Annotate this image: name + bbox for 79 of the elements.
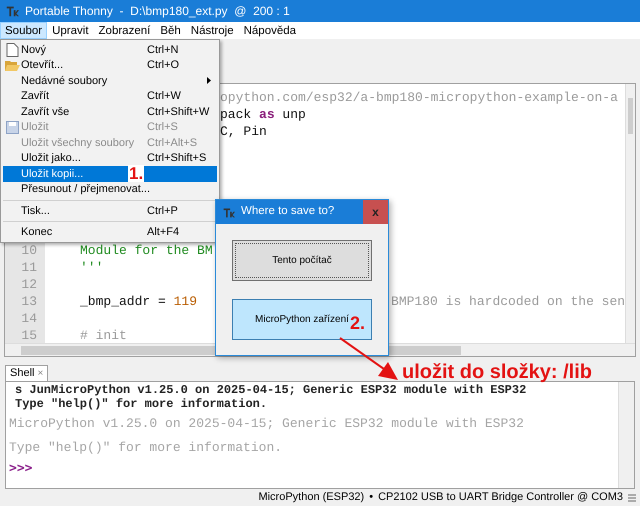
vertical-scrollbar[interactable] <box>625 84 635 343</box>
banner-text: MicroPython v1.25.0 on 2025-04-15; Generic ESP32 module with ESP32 <box>9 415 524 433</box>
output-text: s JunMicroPython v1.25.0 on 2025-04-15; Generic ESP32 module with ESP32 <box>14 383 526 397</box>
shortcut-label: Ctrl+S <box>147 120 179 135</box>
status-separator: • <box>369 490 374 506</box>
option-button[interactable]: Tento počítač <box>232 240 372 281</box>
shortcut-label: Ctrl+N <box>147 42 180 58</box>
shortcut-label: Ctrl+O <box>147 58 180 73</box>
line-number: 14 <box>21 310 37 326</box>
code-text: C, Pin <box>220 122 267 141</box>
banner-text: Type "help()" for more information. <box>9 439 282 457</box>
shortcut-label: Ctrl+Alt+S <box>147 136 198 150</box>
code-text: ''' <box>80 258 104 277</box>
menu-label: Uložit všechny soubory <box>21 136 134 150</box>
menu-label: Nový <box>21 42 46 58</box>
shortcut-label: Ctrl+P <box>147 204 179 218</box>
menu-label: Zavřít vše <box>21 104 70 120</box>
output-text: Type "help()" for more information. <box>14 397 268 411</box>
code-text: _bmp_addr = <box>80 292 167 311</box>
menu-label: Uložit kopii... <box>21 166 84 182</box>
menu-item[interactable]: Nástroje <box>186 22 239 39</box>
shortcut-label: Ctrl+Shift+W <box>147 104 210 120</box>
window-title: Portable Thonny - D:\bmp180_ext.py @ 200 : 1 <box>25 3 290 20</box>
menu-label: Konec <box>21 225 52 240</box>
port-label[interactable]: CP2102 USB to UART Bridge Controller @ COM3 <box>378 489 623 506</box>
menu-item[interactable]: Nápověda <box>238 22 302 39</box>
shortcut-label: Ctrl+W <box>147 89 182 104</box>
step-number: 2. <box>350 313 366 333</box>
menu-entry[interactable]: Uložit jako... Ctrl+Shift+S <box>3 150 217 166</box>
menu-label: Tisk... <box>21 204 50 218</box>
menu-item[interactable]: Zobrazení <box>94 22 156 39</box>
code-text: unp <box>281 106 306 124</box>
line-number: 15 <box>21 328 37 343</box>
code-text: as <box>259 106 275 124</box>
close-button[interactable]: x <box>363 200 388 224</box>
annotation-text: uložit do složky: /lib <box>402 361 592 383</box>
document-icon <box>6 42 18 57</box>
menu-label: Otevřít... <box>21 58 64 73</box>
menu-item[interactable]: Běh <box>155 22 186 39</box>
code-text: # init <box>80 326 127 345</box>
shortcut-label: Alt+F4 <box>147 225 180 240</box>
menu-label: Uložit <box>21 120 49 135</box>
shell-prompt: >>> <box>9 460 32 478</box>
menu-label: Uložit jako... <box>21 151 81 166</box>
line-number: 12 <box>21 276 37 292</box>
menu-entry[interactable]: Tisk... Ctrl+P <box>3 203 217 218</box>
tab-label: Shell <box>10 366 34 382</box>
menu-entry[interactable]: Přesunout / přejmenovat... <box>3 182 217 197</box>
thonny-logo-icon <box>222 206 235 218</box>
vertical-scrollbar[interactable] <box>618 382 634 488</box>
menu-item[interactable]: Soubor <box>0 22 48 39</box>
code-text: pack <box>220 106 252 124</box>
code-text: 119 <box>174 292 198 311</box>
menu-label: Přesunout / přejmenovat... <box>21 182 150 197</box>
menu-entry[interactable]: Zavřít Ctrl+W <box>3 88 217 104</box>
menu-entry[interactable]: Uložit kopii... 1. <box>3 166 217 182</box>
shell-tab[interactable]: Shell × <box>5 365 48 381</box>
arrow <box>338 336 400 382</box>
menu-item[interactable]: Upravit <box>47 22 94 39</box>
code-comment: BMP180 is hardcoded on the sen <box>391 292 626 311</box>
menu-entry[interactable]: Konec Alt+F4 <box>3 224 217 240</box>
menu-entry[interactable]: Otevřít... Ctrl+O <box>3 58 217 73</box>
dialog-title: Where to save to? <box>241 204 336 220</box>
step-number: 1. <box>128 165 144 182</box>
line-number: 13 <box>21 294 37 309</box>
menu-entry[interactable]: Zavřít vše Ctrl+Shift+W <box>3 104 217 120</box>
code-text: Module for the BM <box>80 242 213 260</box>
folder-icon <box>4 58 20 72</box>
menu-label: Nedávné soubory <box>21 74 108 88</box>
menu-entry[interactable]: Nový Ctrl+N <box>3 42 217 58</box>
line-number: 11 <box>21 260 37 275</box>
shortcut-label: Ctrl+Shift+S <box>147 151 208 166</box>
interpreter-label[interactable]: MicroPython (ESP32) <box>258 489 364 506</box>
close-tab-icon[interactable]: × <box>37 366 44 381</box>
resize-grip-icon <box>628 494 636 502</box>
menu-label: Zavřít <box>21 89 50 104</box>
line-number: 10 <box>21 242 37 258</box>
submenu-arrow-icon <box>207 77 211 84</box>
menu-entry[interactable]: Nedávné soubory <box>3 73 217 88</box>
